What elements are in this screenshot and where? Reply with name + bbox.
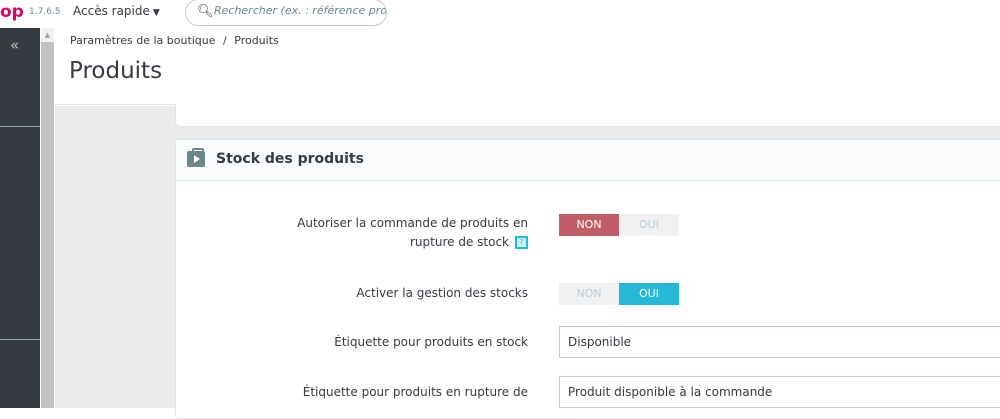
previous-panel: [175, 104, 1000, 127]
sidebar-scrollbar[interactable]: ▲: [41, 28, 54, 408]
search-input[interactable]: [214, 4, 386, 17]
oos-label-input[interactable]: Produit disponible à la commande: [559, 376, 1000, 408]
sidebar-divider: [0, 339, 40, 340]
main-content: Stock des produits Autoriser la commande…: [55, 104, 1000, 419]
stock-mgmt-label: Activer la gestion des stocks: [356, 286, 528, 300]
switch-non[interactable]: NON: [559, 283, 619, 305]
panel-header: Stock des produits: [176, 140, 1000, 181]
breadcrumb-separator: /: [223, 34, 227, 47]
quick-access-dropdown[interactable]: Accès rapide ▼: [73, 4, 160, 18]
in-stock-label-input[interactable]: Disponible: [559, 326, 1000, 358]
switch-oui[interactable]: OUI: [619, 283, 679, 305]
sidebar-divider: [0, 126, 40, 127]
briefcase-icon: [187, 148, 205, 167]
in-stock-label: Étiquette pour produits en stock: [334, 335, 528, 349]
switch-oui[interactable]: OUI: [619, 214, 679, 236]
caret-down-icon: ▼: [152, 8, 160, 18]
scroll-up-icon[interactable]: ▲: [41, 28, 54, 42]
sidebar: «: [0, 28, 40, 408]
top-bar: op 1.7.6.5 Accès rapide ▼ 🔍︎: [0, 0, 1000, 28]
breadcrumb-current: Produits: [234, 34, 279, 47]
panel-title: Stock des produits: [216, 151, 364, 167]
stock-panel: Stock des produits Autoriser la commande…: [175, 139, 1000, 419]
version: 1.7.6.5: [29, 7, 61, 17]
prestashop-logo[interactable]: op: [0, 2, 24, 22]
allow-oos-switch[interactable]: NON OUI: [559, 214, 679, 236]
oos-label: Étiquette pour produits en rupture de: [302, 385, 528, 399]
stock-mgmt-switch[interactable]: NON OUI: [559, 283, 679, 305]
allow-oos-label: Autoriser la commande de produits en rup…: [297, 216, 528, 249]
search-icon[interactable]: 🔍︎: [197, 4, 214, 19]
page-header: Paramètres de la boutique / Produits Pro…: [55, 28, 1000, 105]
quick-access-label: Accès rapide: [73, 4, 150, 18]
help-icon[interactable]: ?: [515, 236, 528, 249]
switch-non[interactable]: NON: [559, 214, 619, 236]
page-title: Produits: [69, 58, 163, 84]
search-box[interactable]: 🔍︎: [185, 0, 387, 26]
collapse-sidebar-icon[interactable]: «: [10, 36, 19, 54]
breadcrumb: Paramètres de la boutique / Produits: [70, 34, 279, 47]
breadcrumb-parent[interactable]: Paramètres de la boutique: [70, 34, 216, 47]
